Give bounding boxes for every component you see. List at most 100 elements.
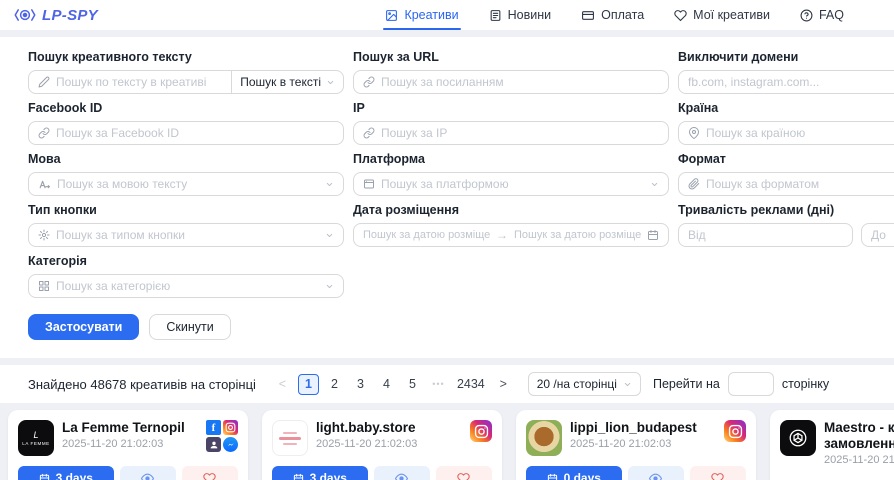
language-select[interactable] <box>28 172 344 196</box>
exclude-domains-input[interactable] <box>688 75 894 89</box>
view-button[interactable] <box>120 466 176 480</box>
eye-icon <box>395 472 408 480</box>
link-icon <box>363 76 375 88</box>
paperclip-icon <box>688 178 700 190</box>
platform-select[interactable] <box>353 172 669 196</box>
credit-card-icon <box>581 9 595 22</box>
button-type-input[interactable] <box>56 228 319 242</box>
filter-category: Категорія <box>28 254 344 298</box>
pagination-bar: Знайдено 48678 креативів на сторінці < 1… <box>0 365 894 403</box>
calendar-icon <box>293 473 304 480</box>
button-type-select[interactable] <box>28 223 344 247</box>
category-select[interactable] <box>28 274 344 298</box>
nav-tab-faq[interactable]: FAQ <box>800 0 844 30</box>
days-button[interactable]: 3 days <box>18 466 114 480</box>
card-date: 2025-11-20 21:02:03 <box>316 438 417 450</box>
text-search-mode-select[interactable]: Пошук в тексті <box>231 71 343 93</box>
language-input[interactable] <box>57 177 319 191</box>
page-button-last[interactable]: 2434 <box>454 374 488 395</box>
news-icon <box>489 9 502 22</box>
creative-card[interactable]: Maestro - кухні, ме замовлення в Ужг 202… <box>770 410 894 480</box>
map-pin-icon <box>688 127 700 139</box>
creative-text-input[interactable] <box>56 75 222 89</box>
apply-button[interactable]: Застосувати <box>28 314 139 340</box>
card-title: light.baby.store <box>316 420 417 436</box>
creative-card[interactable]: light.baby.store 2025-11-20 21:02:03 3 d… <box>262 410 502 480</box>
favorite-button[interactable] <box>436 466 492 480</box>
results-count: Знайдено 48678 креативів на сторінці <box>28 377 256 392</box>
filter-ip: IP <box>353 101 669 145</box>
help-circle-icon <box>800 9 813 22</box>
translate-icon <box>38 178 51 191</box>
page-button-1[interactable]: 1 <box>298 374 319 395</box>
chevron-down-icon <box>325 231 334 240</box>
category-input[interactable] <box>56 279 319 293</box>
heart-icon <box>711 472 724 480</box>
nav-tab-payment[interactable]: Оплата <box>581 0 644 30</box>
pencil-icon <box>38 76 50 88</box>
date-to-input[interactable] <box>514 229 641 241</box>
facebook-icon: f <box>206 420 221 435</box>
date-from-input[interactable] <box>363 229 490 241</box>
app-logo[interactable]: LP-SPY <box>14 7 98 24</box>
format-select[interactable] <box>706 177 894 191</box>
days-button[interactable]: 3 days <box>272 466 368 480</box>
audience-network-icon <box>206 437 221 452</box>
heart-icon <box>674 9 687 22</box>
eye-logo-icon <box>14 7 36 23</box>
page-button-3[interactable]: 3 <box>350 374 371 395</box>
card-date: 2025-11-20 21:02:03 <box>824 454 894 466</box>
ip-input[interactable] <box>381 126 659 140</box>
facebook-id-input[interactable] <box>56 126 334 140</box>
view-button[interactable] <box>374 466 430 480</box>
platform-input[interactable] <box>381 177 644 191</box>
favorite-button[interactable] <box>182 466 238 480</box>
filters-panel: Пошук креативного тексту Пошук в тексті … <box>0 37 894 358</box>
heart-icon <box>203 472 216 480</box>
eye-icon <box>141 472 154 480</box>
creative-card[interactable]: L LA FEMME La Femme Ternopil 2025-11-20 … <box>8 410 248 480</box>
filter-language: Мова <box>28 152 344 196</box>
next-page-button[interactable]: > <box>493 374 514 395</box>
chevron-down-icon <box>623 380 632 389</box>
days-button[interactable]: 0 days <box>526 466 622 480</box>
card-title: lippi_lion_budapest <box>570 420 697 436</box>
chevron-down-icon <box>326 78 335 87</box>
favorite-button[interactable] <box>690 466 746 480</box>
nav-tab-my-creatives[interactable]: Мої креативи <box>674 0 770 30</box>
calendar-icon <box>547 473 558 480</box>
page-button-2[interactable]: 2 <box>324 374 345 395</box>
grid-icon <box>38 280 50 292</box>
avatar <box>526 420 562 456</box>
card-date: 2025-11-20 21:02:03 <box>62 438 185 450</box>
filter-duration: Тривалість реклами (дні) <box>678 203 894 247</box>
page-size-select[interactable]: 20 /на сторінці <box>528 372 641 396</box>
gear-icon <box>38 229 50 241</box>
creative-card[interactable]: lippi_lion_budapest 2025-11-20 21:02:03 … <box>516 410 756 480</box>
card-title: La Femme Ternopil <box>62 420 185 436</box>
nav-tab-news[interactable]: Новини <box>489 0 552 30</box>
duration-to-input[interactable] <box>871 228 894 242</box>
goto-page-input[interactable] <box>728 372 774 396</box>
instagram-icon <box>470 420 492 442</box>
date-range-picker[interactable]: → <box>353 223 669 247</box>
url-input[interactable] <box>381 75 659 89</box>
duration-from-input[interactable] <box>688 228 843 242</box>
reset-button[interactable]: Скинути <box>149 314 230 340</box>
filter-creative-text: Пошук креативного тексту Пошук в тексті <box>28 50 344 94</box>
eye-icon <box>649 472 662 480</box>
messenger-icon <box>223 437 238 452</box>
creatives-list: L LA FEMME La Femme Ternopil 2025-11-20 … <box>0 403 894 480</box>
prev-page-button[interactable]: < <box>272 374 293 395</box>
country-select[interactable] <box>706 126 894 140</box>
filter-platform: Платформа <box>353 152 669 196</box>
logo-text: LP-SPY <box>42 7 98 24</box>
calendar-icon <box>647 229 659 241</box>
image-icon <box>385 9 398 22</box>
view-button[interactable] <box>628 466 684 480</box>
page-button-5[interactable]: 5 <box>402 374 423 395</box>
page-button-4[interactable]: 4 <box>376 374 397 395</box>
heart-icon <box>457 472 470 480</box>
nav-tab-creatives[interactable]: Креативи <box>385 0 458 30</box>
pager-ellipsis[interactable]: ••• <box>428 374 449 395</box>
